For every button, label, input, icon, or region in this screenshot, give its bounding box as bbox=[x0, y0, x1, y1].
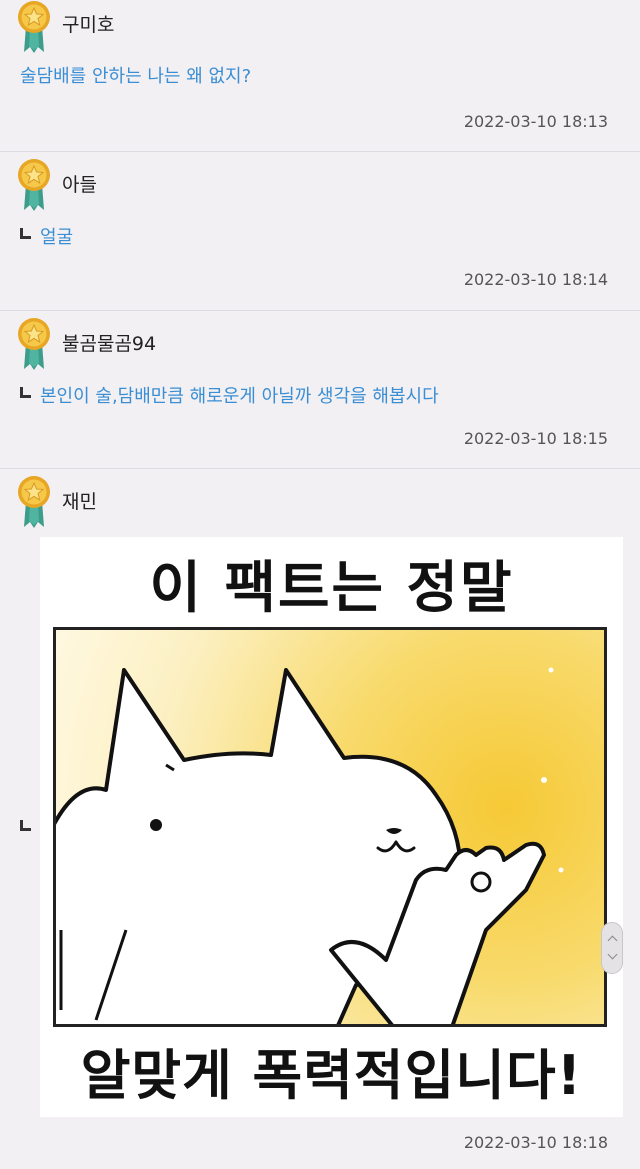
comment-text[interactable]: 본인이 술,담배만큼 해로운게 아닐까 생각을 해봅시다 bbox=[40, 382, 439, 408]
meme-image[interactable]: 이 팩트는 정말 알맞게 폭력적입니다! bbox=[40, 537, 623, 1117]
medal-icon bbox=[18, 318, 50, 370]
comment-timestamp: 2022-03-10 18:13 bbox=[463, 112, 608, 131]
comment-item: 구미호 술담배를 안하는 나는 왜 없지? 2022-03-10 18:13 bbox=[0, 0, 640, 152]
comment-text[interactable]: 술담배를 안하는 나는 왜 없지? bbox=[20, 62, 251, 88]
comment-timestamp: 2022-03-10 18:15 bbox=[463, 429, 608, 448]
comment-item: 재민 이 팩트는 정말 알맞게 폭력적입니다! 2022-03-10 18:18 bbox=[0, 469, 640, 1169]
meme-caption-bottom: 알맞게 폭력적입니다! bbox=[80, 1044, 583, 1107]
comment-text[interactable]: 얼굴 bbox=[40, 223, 73, 249]
comment-item: 불곰물곰94 본인이 술,담배만큼 해로운게 아닐까 생각을 해봅시다 2022… bbox=[0, 311, 640, 469]
meme-caption-top: 이 팩트는 정말 bbox=[149, 556, 514, 621]
medal-icon bbox=[18, 159, 50, 211]
comment-timestamp: 2022-03-10 18:14 bbox=[463, 270, 608, 289]
cat-ok-sign-illustration bbox=[56, 667, 564, 1024]
username[interactable]: 불곰물곰94 bbox=[62, 329, 156, 356]
reply-arrow-icon bbox=[20, 820, 31, 831]
comment-timestamp: 2022-03-10 18:18 bbox=[463, 1133, 608, 1152]
medal-icon bbox=[18, 476, 50, 528]
reply-arrow-icon bbox=[20, 387, 31, 398]
username[interactable]: 아들 bbox=[62, 170, 97, 197]
username[interactable]: 구미호 bbox=[62, 10, 114, 37]
username[interactable]: 재민 bbox=[62, 487, 97, 514]
meme-illustration bbox=[53, 627, 607, 1027]
reply-arrow-icon bbox=[20, 228, 31, 239]
medal-icon bbox=[18, 1, 50, 53]
comment-item: 아들 얼굴 2022-03-10 18:14 bbox=[0, 152, 640, 311]
scroll-handle-icon[interactable] bbox=[601, 922, 623, 974]
